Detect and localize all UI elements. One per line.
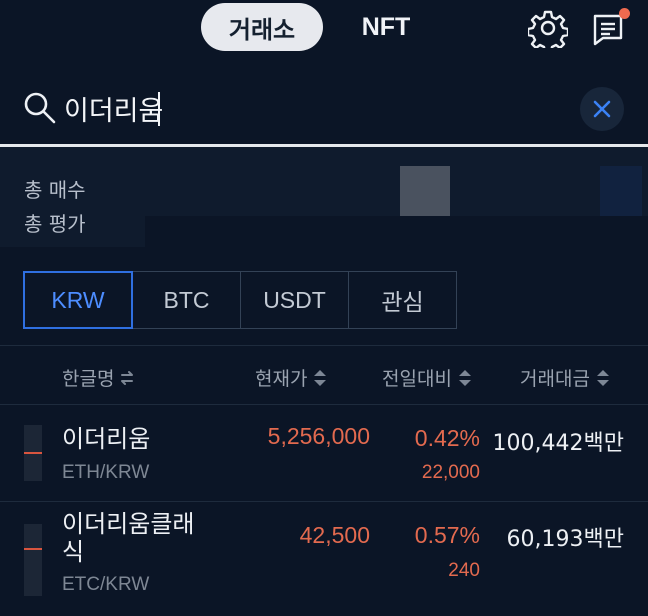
table-row[interactable]: 이더리움클래 식 ETC/KRW 42,500 0.57% 240 60,193… [0, 502, 648, 616]
summary-fade [145, 216, 648, 256]
current-price: 5,256,000 [267, 423, 370, 449]
coin-name: 이더리움 [62, 425, 151, 453]
text-caret [158, 92, 160, 126]
trade-volume: 60,193백만 [506, 527, 624, 552]
sort-icon [596, 369, 609, 386]
total-eval-label: 총 평가 [24, 212, 86, 236]
market-tabs: KRW BTC USDT 관심 [23, 271, 457, 329]
change-percent: 0.42% [414, 425, 480, 451]
tab-usdt[interactable]: USDT [241, 271, 349, 329]
notification-dot [619, 8, 630, 19]
coin-name-line2: 식 [62, 538, 85, 566]
column-header-price[interactable]: 현재가 [255, 364, 328, 391]
clear-search-button[interactable] [580, 87, 624, 131]
search-bar [0, 74, 648, 144]
mini-candle-line [24, 452, 42, 454]
search-icon [22, 90, 58, 126]
mini-candle-line [24, 548, 42, 550]
mini-candle-icon [24, 524, 42, 596]
trade-volume: 100,442백만 [492, 431, 624, 456]
coin-name-line1: 이더리움클래 [62, 510, 195, 538]
divider [0, 345, 648, 346]
column-name-label: 한글명 [62, 368, 115, 390]
app-root: 거래소 NFT 이더리움 총 매수 총 평가 KRW BTC USDT 관심 한… [0, 0, 648, 616]
table-row[interactable]: 이더리움 ETH/KRW 5,256,000 0.42% 22,000 100,… [0, 405, 648, 501]
coin-pair: ETH/KRW [62, 462, 150, 483]
coin-pair: ETC/KRW [62, 574, 150, 595]
tab-exchange[interactable]: 거래소 [201, 3, 323, 51]
redacted-value [400, 166, 450, 216]
change-amount: 22,000 [421, 462, 480, 483]
tab-btc[interactable]: BTC [133, 271, 241, 329]
tab-krw[interactable]: KRW [23, 271, 133, 329]
column-price-label: 현재가 [255, 368, 308, 390]
top-header: 거래소 NFT [0, 0, 648, 58]
redacted-value [600, 166, 642, 216]
column-change-label: 전일대비 [382, 368, 452, 390]
close-icon [593, 100, 611, 118]
search-input[interactable] [64, 86, 544, 130]
tab-nft[interactable]: NFT [344, 3, 428, 51]
total-buy-label: 총 매수 [24, 178, 86, 202]
change-amount: 240 [448, 560, 480, 581]
column-header-volume[interactable]: 거래대금 [520, 364, 611, 391]
column-header-name[interactable]: 한글명 [62, 364, 135, 391]
column-header-change[interactable]: 전일대비 [382, 364, 473, 391]
current-price: 42,500 [299, 522, 370, 548]
column-volume-label: 거래대금 [520, 368, 590, 390]
gear-icon[interactable] [526, 8, 570, 54]
change-percent: 0.57% [414, 522, 480, 548]
sort-icon [458, 369, 471, 386]
swap-sort-icon [121, 370, 134, 385]
sort-icon [314, 369, 327, 386]
tab-watchlist[interactable]: 관심 [349, 271, 457, 329]
